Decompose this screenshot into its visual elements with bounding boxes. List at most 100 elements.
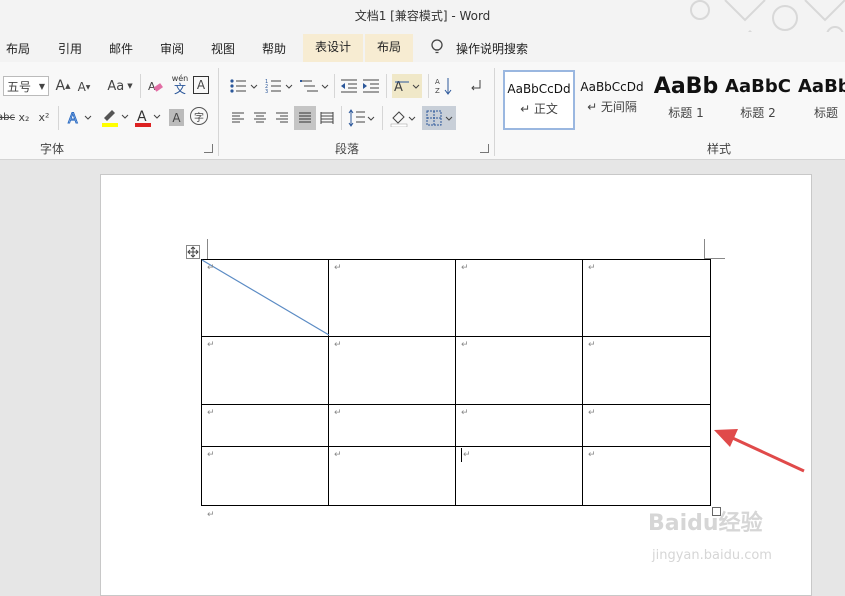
text-cursor [461,448,462,462]
style-heading-1[interactable]: AaBb 标题 1 [650,70,722,130]
table-cell[interactable] [201,404,329,447]
style-preview: AaBb [653,74,719,99]
phonetic-guide-button[interactable]: wén 文 [170,74,190,98]
table-cell[interactable] [328,259,456,337]
paragraph-mark: ↵ [334,408,342,418]
svg-text:A: A [435,78,440,86]
table-cell[interactable] [328,446,456,506]
align-right-icon[interactable] [273,108,291,128]
paragraph-mark: ↵ [207,450,215,460]
paragraph-mark: ↵ [207,340,215,350]
table[interactable]: ↵ ↵ ↵ ↵ ↵ ↵ ↵ ↵ ↵ ↵ ↵ ↵ ↵ ↵ ↵ ↵ [201,259,711,506]
style-preview: AaBbCcDd [507,82,571,96]
tab-table-design[interactable]: 表设计 [303,34,364,62]
character-shading-button[interactable]: A [169,109,184,126]
paragraph-dialog-launcher-icon[interactable] [480,144,489,153]
paragraph-mark: ↵ [588,450,596,460]
paragraph-mark: ↵ [334,340,342,350]
phonetic-char: 文 [173,82,186,96]
align-center-icon[interactable] [251,108,269,128]
table-cell[interactable] [328,336,456,405]
numbering-icon[interactable]: 123 [265,76,295,96]
enclose-characters-button[interactable]: 字 [190,107,208,125]
superscript-button[interactable]: x² [36,108,52,126]
paragraph-mark: ↵ [588,340,596,350]
svg-text:3: 3 [265,89,268,94]
style-heading-2[interactable]: AaBbC 标题 2 [722,70,794,130]
tab-help[interactable]: 帮助 [262,40,286,57]
sort-icon[interactable]: AZ [434,74,454,98]
grow-font-icon[interactable]: A ▲ [55,76,71,96]
subscript-button[interactable]: x₂ [16,108,32,126]
table-move-handle[interactable] [186,245,200,259]
style-preview: AaBb [798,76,845,97]
style-preview: AaBbC [725,76,791,97]
clear-formatting-icon[interactable]: A [146,76,164,96]
font-color-icon[interactable]: A [134,106,162,128]
lightbulb-icon [430,39,444,59]
table-cell[interactable] [201,446,329,506]
svg-text:Z: Z [435,87,440,95]
tab-mailings[interactable]: 邮件 [109,40,133,57]
show-paragraph-marks-icon[interactable] [466,74,486,98]
table-cell[interactable] [455,446,583,506]
font-dialog-launcher-icon[interactable] [204,144,213,153]
shrink-font-icon[interactable]: A ▼ [77,78,91,96]
divider [428,74,429,98]
change-case-button[interactable]: Aa ▼ [104,76,136,96]
table-cell[interactable] [582,404,711,447]
style-preview: AaBbCcDd [580,80,644,94]
line-spacing-icon[interactable] [347,106,377,130]
style-name: 标题 2 [740,106,776,120]
character-border-button[interactable]: A [193,76,209,94]
annotation-arrow [714,429,805,473]
borders-icon[interactable] [422,106,456,130]
font-size-select[interactable]: 五号 ▼ [3,76,49,96]
tab-layout[interactable]: 布局 [6,40,30,57]
decrease-indent-icon[interactable] [340,76,358,96]
paragraph-mark: ↵ [207,510,215,520]
tab-references[interactable]: 引用 [58,40,82,57]
style-name: ↵ 无间隔 [587,100,637,114]
tab-table-layout[interactable]: 布局 [365,34,414,62]
table-cell[interactable] [455,259,583,337]
table-cell[interactable] [582,259,711,337]
justify-icon[interactable] [294,106,316,130]
tab-review[interactable]: 审阅 [160,40,184,57]
divider [386,74,387,98]
tell-me-search[interactable]: 操作说明搜索 [456,40,528,57]
group-label-styles: 样式 [707,142,732,156]
paragraph-mark: ↵ [461,263,469,273]
bullets-icon[interactable] [230,76,260,96]
svg-text:A: A [137,109,147,125]
style-name: 标题 [814,106,839,120]
align-left-icon[interactable] [229,108,247,128]
increase-indent-icon[interactable] [362,76,380,96]
table-cell[interactable] [582,336,711,405]
table-cell[interactable] [328,404,456,447]
table-cell[interactable] [455,336,583,405]
paragraph-mark: ↵ [461,340,469,350]
paragraph-mark: ↵ [461,408,469,418]
tab-view[interactable]: 视图 [211,40,235,57]
distributed-icon[interactable] [318,108,336,128]
group-divider [494,68,495,156]
svg-text:A: A [148,80,156,93]
font-size-value: 五号 [7,79,32,94]
style-name: ↵ 正文 [520,102,558,116]
strikethrough-button[interactable]: abc [0,108,15,126]
style-normal[interactable]: AaBbCcDd ↵ 正文 [503,70,575,130]
table-cell[interactable] [455,404,583,447]
text-direction-icon[interactable]: A [392,74,422,98]
character-border-label: A [196,78,206,92]
table-cell[interactable] [582,446,711,506]
change-case-label: Aa [107,78,125,94]
shading-icon[interactable] [388,106,418,130]
table-cell[interactable] [201,336,329,405]
strikethrough-label: abc [0,111,15,123]
style-no-spacing[interactable]: AaBbCcDd ↵ 无间隔 [576,70,648,130]
multilevel-list-icon[interactable] [300,76,330,96]
text-effects-icon[interactable]: A [66,108,94,128]
style-title[interactable]: AaBb 标题 [794,70,845,130]
highlight-icon[interactable] [100,106,130,128]
